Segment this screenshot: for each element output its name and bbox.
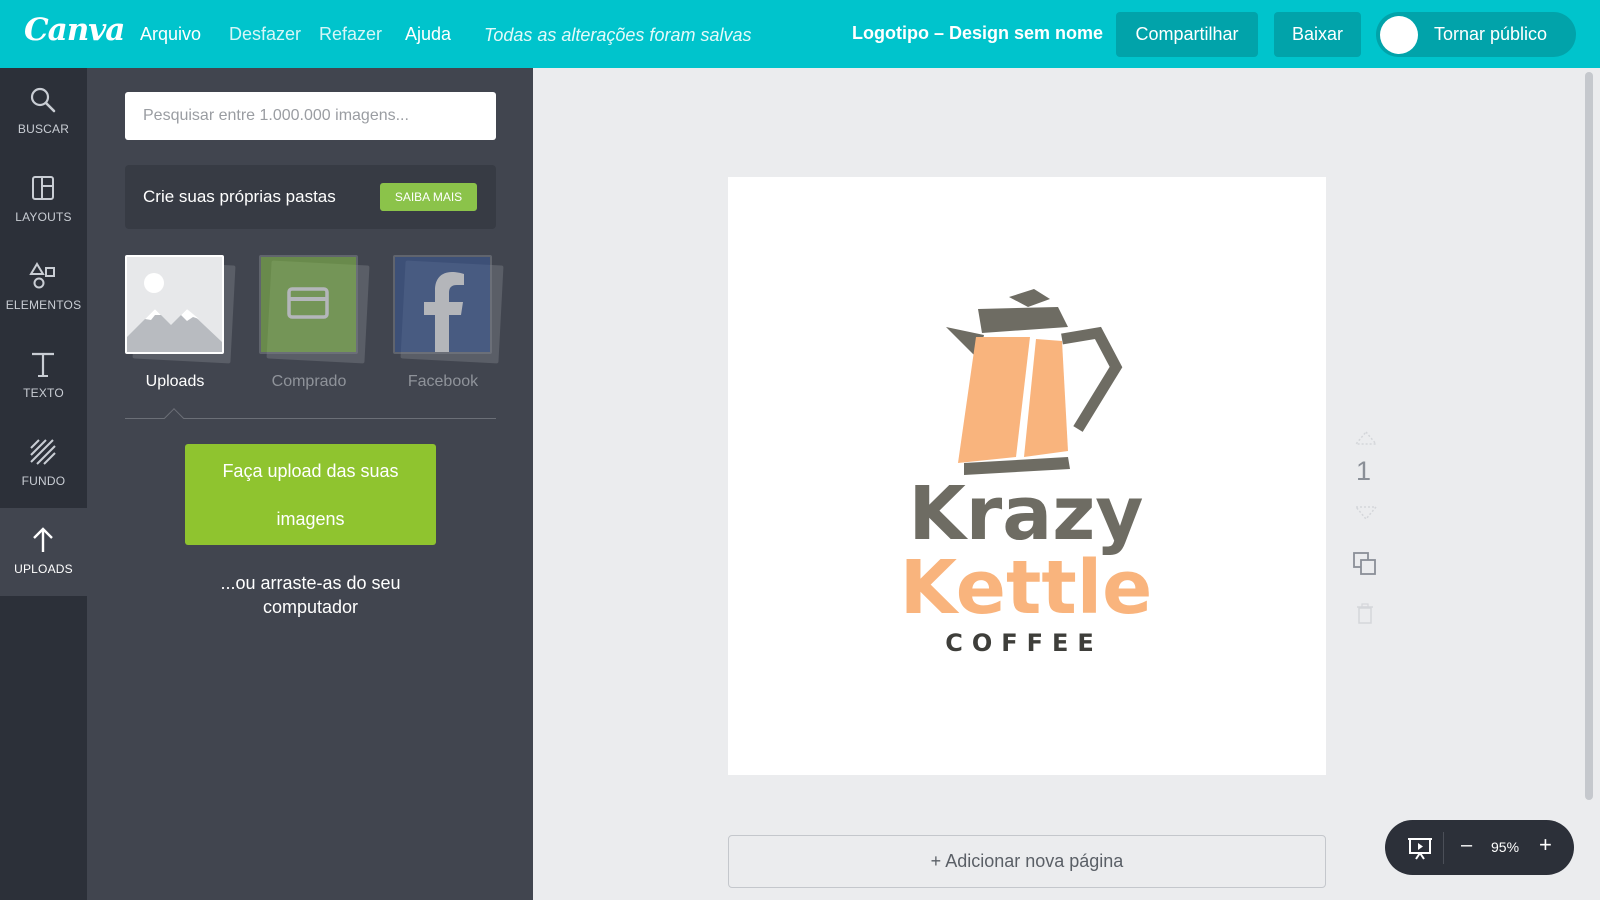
upload-images-button[interactable]: Faça upload das suas imagens <box>185 444 436 545</box>
logo-word-coffee: COFFEE <box>945 629 1103 657</box>
kettle-body-right <box>1024 339 1068 457</box>
nav-label: UPLOADS <box>14 562 73 576</box>
make-public-label: Tornar público <box>1434 24 1548 44</box>
download-button[interactable]: Baixar <box>1274 12 1361 57</box>
nav-label: LAYOUTS <box>15 210 72 224</box>
top-bar: Canva Arquivo Desfazer Refazer Ajuda Tod… <box>0 0 1600 68</box>
zoom-level[interactable]: 95% <box>1491 839 1519 855</box>
logo-word-kettle: Kettle <box>900 545 1153 631</box>
make-public-toggle[interactable]: Tornar público <box>1376 12 1576 57</box>
kettle-body-left <box>958 337 1030 463</box>
share-button[interactable]: Compartilhar <box>1116 12 1258 57</box>
text-icon <box>32 352 54 377</box>
delete-page-icon[interactable] <box>1356 603 1374 625</box>
kettle-lid <box>978 307 1068 333</box>
zoom-out-button[interactable]: – <box>1461 834 1472 857</box>
present-icon[interactable] <box>1407 835 1433 861</box>
nav-elementos[interactable]: ELEMENTOS <box>0 244 87 332</box>
nav-fundo[interactable]: FUNDO <box>0 420 87 508</box>
credit-card-icon <box>259 255 358 354</box>
design-page[interactable]: Krazy Kettle COFFEE <box>728 177 1326 775</box>
source-label: Uploads <box>145 373 205 390</box>
nav-buscar[interactable]: BUSCAR <box>0 68 87 156</box>
nav-label: TEXTO <box>23 386 64 400</box>
kettle-handle <box>1061 326 1123 432</box>
source-label: Comprado <box>271 373 347 390</box>
duplicate-page-icon[interactable] <box>1352 551 1378 577</box>
add-page-button[interactable]: + Adicionar nova página <box>728 835 1326 888</box>
folders-promo: Crie suas próprias pastas SAIBA MAIS <box>125 165 496 229</box>
upload-icon <box>33 527 53 552</box>
kettle-knob <box>1009 289 1050 307</box>
menu-desfazer[interactable]: Desfazer <box>229 24 301 45</box>
upload-button-line2: imagens <box>276 509 345 529</box>
left-nav: BUSCAR LAYOUTS ELEMENTOS TEXTO FUNDO UPL… <box>0 68 87 900</box>
menu-refazer[interactable]: Refazer <box>319 24 382 45</box>
document-title[interactable]: Logotipo – Design sem nome <box>852 23 1103 44</box>
nav-label: BUSCAR <box>17 122 70 136</box>
nav-texto[interactable]: TEXTO <box>0 332 87 420</box>
nav-uploads[interactable]: UPLOADS <box>0 508 87 596</box>
nav-layouts[interactable]: LAYOUTS <box>0 156 87 244</box>
upload-button-line1: Faça upload das suas <box>222 461 399 481</box>
zoom-in-button[interactable]: + <box>1539 832 1552 858</box>
source-uploads[interactable]: Uploads <box>125 255 236 391</box>
facebook-icon <box>393 255 492 354</box>
vertical-scrollbar[interactable] <box>1585 72 1593 800</box>
background-icon <box>30 439 56 465</box>
active-tab-notch <box>164 408 184 428</box>
source-label: Facebook <box>407 373 479 390</box>
toggle-knob[interactable] <box>1380 15 1418 54</box>
folders-promo-text: Crie suas próprias pastas <box>143 187 336 206</box>
layouts-icon <box>32 176 54 200</box>
search-icon <box>30 87 56 113</box>
image-search-input[interactable] <box>125 92 496 140</box>
uploads-panel: Crie suas próprias pastas SAIBA MAIS Upl… <box>87 68 533 900</box>
drag-hint-line1: ...ou arraste-as do seu <box>220 573 401 593</box>
elements-icon <box>29 262 55 289</box>
kettle-logo[interactable]: Krazy Kettle COFFEE <box>728 177 1326 775</box>
source-comprado[interactable]: Comprado <box>259 255 370 391</box>
learn-more-button[interactable]: SAIBA MAIS <box>380 183 477 211</box>
move-page-up-icon[interactable] <box>1354 430 1378 446</box>
page-number: 1 <box>1356 456 1372 486</box>
move-page-down-icon[interactable] <box>1354 505 1378 521</box>
canva-logo[interactable]: Canva <box>24 12 125 48</box>
menu-ajuda[interactable]: Ajuda <box>405 24 451 45</box>
menu-arquivo[interactable]: Arquivo <box>140 24 201 45</box>
nav-label: FUNDO <box>21 474 66 488</box>
source-facebook[interactable]: Facebook <box>393 255 504 391</box>
zoom-controls: – 95% + <box>1385 820 1574 875</box>
drag-hint-line2: computador <box>262 597 359 617</box>
image-placeholder-icon <box>125 255 224 354</box>
zoom-separator <box>1443 832 1444 864</box>
drag-hint: ...ou arraste-as do seu computador <box>185 571 436 619</box>
nav-label: ELEMENTOS <box>5 298 82 312</box>
save-status: Todas as alterações foram salvas <box>484 25 752 45</box>
